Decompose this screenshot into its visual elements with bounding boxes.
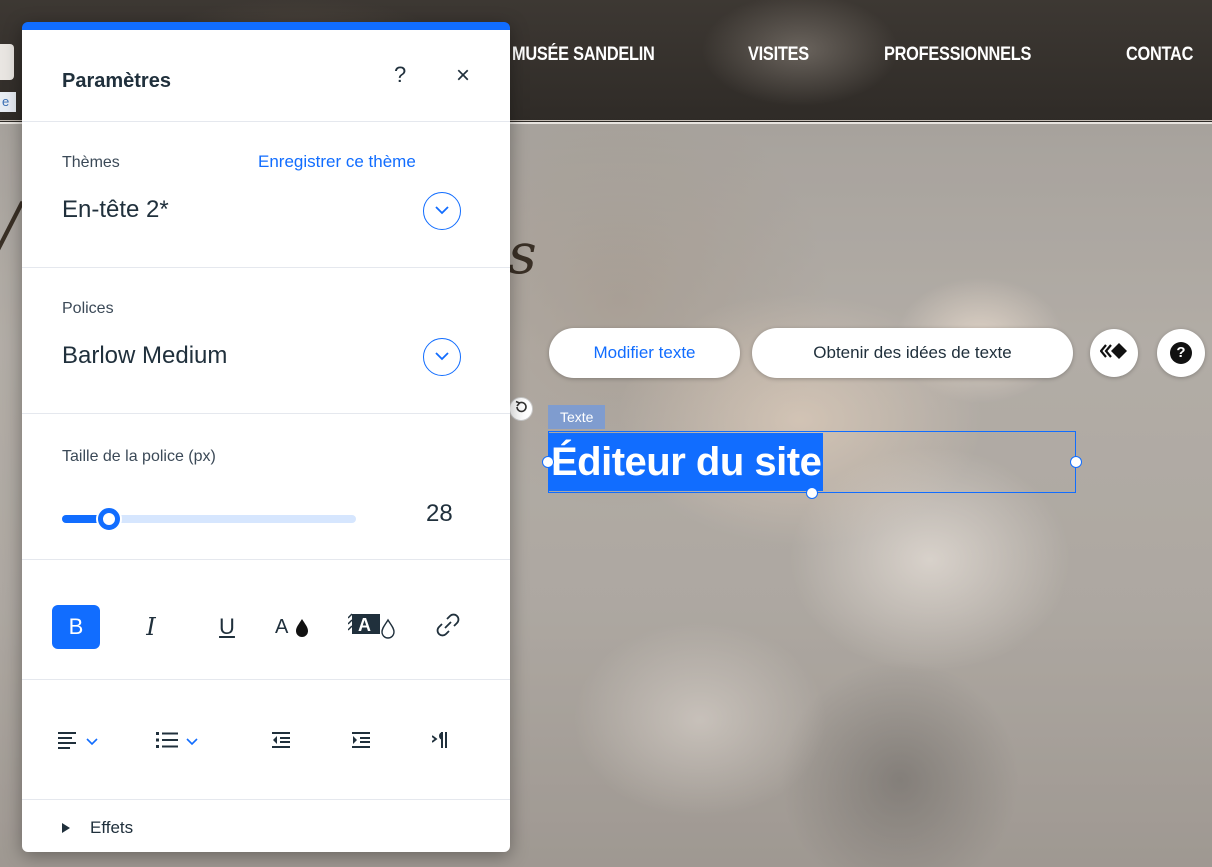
link-icon — [435, 612, 461, 643]
animation-button[interactable] — [1090, 329, 1138, 377]
rotate-handle[interactable] — [509, 397, 533, 421]
help-icon: ? — [1170, 342, 1192, 364]
font-size-label: Taille de la police (px) — [62, 448, 216, 465]
decorative-heading-fragment: / — [0, 190, 21, 260]
resize-handle-bottom[interactable] — [806, 487, 818, 499]
increase-indent-button[interactable] — [352, 724, 372, 760]
align-left-icon — [58, 731, 78, 754]
nav-item-visites[interactable]: VISITES — [748, 44, 809, 66]
themes-label: Thèmes — [62, 154, 120, 171]
effects-label: Effets — [90, 818, 134, 837]
panel-close-icon[interactable]: × — [456, 62, 470, 90]
alignment-section — [22, 680, 510, 800]
decrease-indent-button[interactable] — [272, 724, 292, 760]
text-ideas-button[interactable]: Obtenir des idées de texte — [752, 328, 1073, 378]
help-button[interactable]: ? — [1157, 329, 1205, 377]
site-logo[interactable] — [0, 44, 14, 80]
left-edge-label: e — [0, 92, 16, 112]
resize-handle-left[interactable] — [542, 456, 554, 468]
chevron-down-icon — [86, 733, 98, 751]
nav-item-contact[interactable]: CONTAC — [1126, 44, 1193, 66]
text-direction-button[interactable] — [431, 724, 450, 760]
panel-help-icon[interactable]: ? — [394, 62, 406, 88]
nav-item-musee-sandelin[interactable]: MUSÉE SANDELIN — [512, 44, 655, 66]
bullet-list-icon — [156, 731, 178, 754]
fonts-label: Polices — [62, 300, 114, 317]
selected-text-content[interactable]: Éditeur du site — [549, 433, 824, 491]
expand-arrow-icon — [62, 818, 70, 838]
text-highlight-button[interactable]: A — [344, 608, 404, 646]
underline-button[interactable]: U — [208, 608, 246, 646]
text-color-icon: A — [275, 611, 315, 644]
link-button[interactable] — [428, 608, 468, 646]
chevron-down-icon — [186, 733, 198, 751]
fonts-dropdown-button[interactable] — [423, 338, 461, 376]
rotate-icon — [514, 400, 528, 419]
decrease-indent-icon — [272, 731, 292, 754]
save-theme-link[interactable]: Enregistrer ce thème — [258, 152, 416, 172]
chevron-down-icon — [434, 348, 450, 366]
effects-toggle[interactable]: Effets — [62, 818, 133, 838]
fonts-section: Polices Barlow Medium — [22, 268, 510, 414]
font-size-slider-thumb[interactable] — [98, 508, 120, 530]
font-size-slider[interactable] — [62, 508, 356, 530]
decorative-heading-letter: s — [508, 222, 537, 287]
text-direction-icon — [431, 730, 450, 755]
align-dropdown[interactable] — [58, 724, 98, 760]
panel-title: Paramètres — [62, 70, 171, 92]
font-size-section: Taille de la police (px) 28 — [22, 414, 510, 560]
themes-dropdown-button[interactable] — [423, 192, 461, 230]
panel-header: Paramètres ? × — [22, 30, 510, 122]
italic-button[interactable]: I — [132, 608, 170, 646]
text-settings-panel: Paramètres ? × Thèmes Enregistrer ce thè… — [22, 22, 510, 852]
edit-text-button[interactable]: Modifier texte — [549, 328, 740, 378]
element-type-tag: Texte — [548, 405, 606, 429]
increase-indent-icon — [352, 731, 372, 754]
chevron-down-icon — [434, 202, 450, 220]
svg-text:A: A — [275, 616, 289, 638]
font-value[interactable]: Barlow Medium — [62, 342, 227, 370]
nav-item-professionnels[interactable]: PROFESSIONNELS — [884, 44, 1031, 66]
list-dropdown[interactable] — [156, 724, 198, 760]
svg-text:A: A — [358, 615, 371, 635]
font-size-value[interactable]: 28 — [426, 500, 453, 528]
themes-section: Thèmes Enregistrer ce thème En-tête 2* — [22, 122, 510, 268]
animation-icon — [1099, 342, 1128, 365]
resize-handle-right[interactable] — [1070, 456, 1082, 468]
text-highlight-icon: A — [347, 610, 400, 645]
theme-value[interactable]: En-tête 2* — [62, 196, 169, 224]
effects-section: Effets — [22, 800, 510, 852]
text-color-button[interactable]: A — [270, 608, 320, 646]
format-section: B I U A A — [22, 560, 510, 680]
bold-button[interactable]: B — [52, 605, 100, 649]
